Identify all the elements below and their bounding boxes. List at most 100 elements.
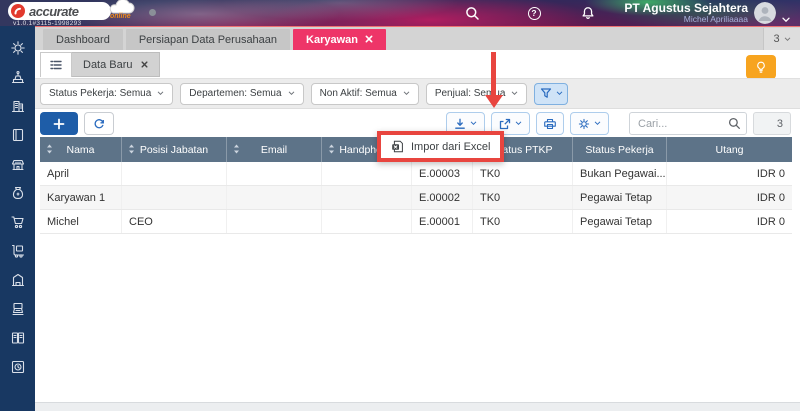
money-bag-icon[interactable] [9,184,26,201]
notifications-bell-icon[interactable] [580,5,596,21]
filter-departemen[interactable]: Departemen: Semua [180,82,304,105]
print-button[interactable] [536,112,564,135]
menu-item-impor-dari-excel[interactable]: Impor dari Excel [411,141,490,153]
column-header-nama[interactable]: Nama [40,137,122,162]
search-icon[interactable] [464,5,480,21]
sort-icon[interactable] [233,144,240,154]
cloud-icon: online [104,0,138,22]
chevron-down-icon [515,121,522,126]
reports-icon[interactable] [9,329,26,346]
table-row[interactable]: April E.00003 TK0 Bukan Pegawai... IDR 0 [40,162,792,186]
subtab-label: Data Baru [83,58,133,71]
table-row[interactable]: Karyawan 1 E.00002 TK0 Pegawai Tetap IDR… [40,186,792,210]
tab-label: Persiapan Data Perusahaan [138,33,278,46]
chevron-down-icon [594,121,601,126]
column-header-status-pekerja[interactable]: Status Pekerja [573,137,667,162]
cell-posisi: CEO [122,210,227,233]
record-count-badge: 3 [753,112,791,135]
top-header: accurate online v1.0.1#3115-1998293 ? PT… [0,0,800,27]
tab-overflow-count: 3 [773,33,780,45]
cell-status-ptkp: TK0 [473,210,573,233]
bottom-status-strip [35,402,800,411]
sales-trolley-icon[interactable] [9,242,26,259]
audit-icon[interactable] [9,358,26,375]
cell-nomor: E.00003 [412,162,473,185]
funnel-icon [540,88,552,98]
filter-bar: Status Pekerja: Semua Departemen: Semua … [35,78,800,109]
column-label: Nama [66,143,95,156]
cell-handphone [322,186,412,209]
tab-overflow-button[interactable]: 3 [763,28,800,50]
table-row[interactable]: Michel CEO E.00001 TK0 Pegawai Tetap IDR… [40,210,792,234]
bank-icon[interactable] [9,155,26,172]
tips-lightbulb-button[interactable] [746,55,776,79]
accurate-logo[interactable]: accurate [8,2,111,20]
cashier-icon[interactable] [9,68,26,85]
search-input[interactable] [629,112,747,135]
refresh-button[interactable] [84,112,114,135]
sidebar-menu [0,26,35,411]
subtab-list-view[interactable] [40,52,72,77]
company-icon[interactable] [9,97,26,114]
ledger-book-icon[interactable] [9,126,26,143]
plus-icon [53,118,65,129]
account-info[interactable]: PT Agustus Sejahtera Michel Apriliaaaa [624,1,748,25]
export-icon [499,118,511,129]
column-label: Status Pekerja [585,143,654,156]
subtab-data-baru[interactable]: Data Baru [72,52,160,77]
brand-online-label: online [110,13,131,20]
cell-handphone [322,162,412,185]
tab-karyawan[interactable]: Karyawan [293,29,387,50]
cell-utang: IDR 0 [756,215,785,228]
filter-funnel-button[interactable] [534,82,569,105]
import-dropdown-menu: Impor dari Excel [377,131,505,162]
settings-icon[interactable] [9,39,26,56]
chevron-down-icon [470,121,477,126]
user-avatar[interactable] [754,2,776,24]
table-settings-button[interactable] [570,112,609,135]
filter-penjual[interactable]: Penjual: Semua [425,82,528,105]
cell-handphone [322,210,412,233]
cell-utang: IDR 0 [756,167,785,180]
close-icon[interactable] [140,59,148,71]
close-icon[interactable] [365,34,373,46]
record-count: 3 [776,117,783,130]
cell-posisi [122,186,227,209]
cell-nomor: E.00002 [412,186,473,209]
excel-file-icon [392,140,403,153]
filter-non-aktif[interactable]: Non Aktif: Semua [310,82,419,105]
refresh-icon [94,118,104,128]
tab-dashboard[interactable]: Dashboard [43,29,123,50]
warehouse-icon[interactable] [9,271,26,288]
help-icon[interactable]: ? [526,5,542,21]
sort-icon[interactable] [128,144,135,154]
cell-posisi [122,162,227,185]
cell-email [227,186,322,209]
gear-icon [578,118,590,129]
column-header-utang[interactable]: Utang [667,137,792,162]
purchase-cart-icon[interactable] [9,213,26,230]
decorative-dot [149,9,156,16]
column-label: Utang [715,143,744,156]
column-header-email[interactable]: Email [227,137,322,162]
cell-status-ptkp: TK0 [473,162,573,185]
cell-nama: Michel [40,210,122,233]
sort-icon[interactable] [46,144,53,154]
filter-label: Departemen: Semua [189,88,282,99]
sort-icon[interactable] [328,144,335,154]
column-header-posisi-jabatan[interactable]: Posisi Jabatan [122,137,227,162]
tab-label: Karyawan [306,33,359,46]
cell-status-pekerja: Pegawai Tetap [573,186,667,209]
cell-status-pekerja: Pegawai Tetap [573,210,667,233]
tab-persiapan-data-perusahaan[interactable]: Persiapan Data Perusahaan [125,29,291,50]
user-name: Michel Apriliaaaa [683,14,748,25]
annotation-arrow [491,52,496,96]
filter-status-pekerja[interactable]: Status Pekerja: Semua [40,82,174,105]
brand-name: accurate [29,3,79,19]
sub-tab-bar: Data Baru [40,52,160,77]
cell-nama: April [40,162,122,185]
cell-nama: Karyawan 1 [40,186,122,209]
cell-status-pekerja: Bukan Pegawai... [573,162,667,185]
add-button[interactable] [40,112,78,135]
cash-register-icon[interactable] [9,300,26,317]
